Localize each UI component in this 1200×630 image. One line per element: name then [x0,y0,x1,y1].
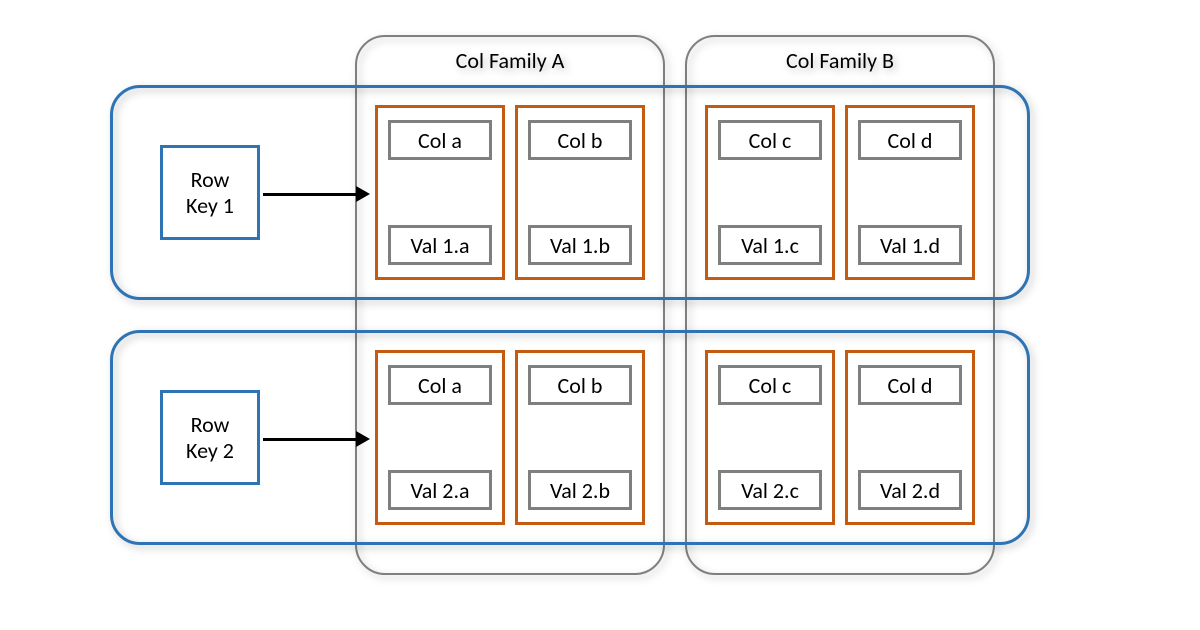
cell-2-b-val: Val 2.b [528,470,632,510]
cell-2-a-val: Val 2.a [388,470,492,510]
arrow-row-2 [263,438,356,441]
arrow-head-row-1 [356,186,370,202]
cell-2-c-val: Val 2.c [718,470,822,510]
row-key-2: Row Key 2 [160,390,260,485]
arrow-row-1 [263,193,356,196]
cell-1-d-val: Val 1.d [858,225,962,265]
cell-2-b-col: Col b [528,365,632,405]
cell-2-a-col: Col a [388,365,492,405]
diagram-stage: Col Family A Col Family B Row Key 1 Row … [0,0,1200,630]
cell-1-b-col: Col b [528,120,632,160]
cell-1-a-val: Val 1.a [388,225,492,265]
cell-1-a-col: Col a [388,120,492,160]
cell-2-c-col: Col c [718,365,822,405]
cell-1-d-col: Col d [858,120,962,160]
col-family-a-title: Col Family A [357,47,663,74]
cell-1-c-col: Col c [718,120,822,160]
arrow-head-row-2 [356,431,370,447]
cell-1-c-val: Val 1.c [718,225,822,265]
row-key-1: Row Key 1 [160,145,260,240]
col-family-b-title: Col Family B [687,47,993,74]
cell-2-d-val: Val 2.d [858,470,962,510]
cell-2-d-col: Col d [858,365,962,405]
cell-1-b-val: Val 1.b [528,225,632,265]
